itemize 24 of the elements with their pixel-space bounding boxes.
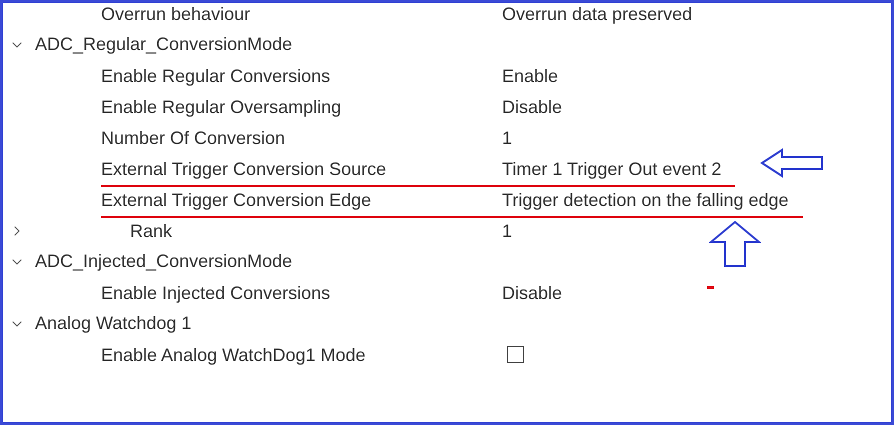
property-name: Enable Analog WatchDog1 Mode <box>101 344 367 366</box>
property-value: 1 <box>502 220 512 242</box>
property-value: Overrun data preserved <box>502 3 692 24</box>
property-value: Enable <box>502 64 558 86</box>
property-name: Rank <box>129 220 174 242</box>
property-value: Trigger detection on the falling edge <box>502 188 789 210</box>
group-header[interactable]: ADC_Regular_ConversionMode <box>35 31 292 58</box>
property-value: Disable <box>502 96 562 118</box>
property-name: External Trigger Conversion Source <box>101 158 388 180</box>
checkbox[interactable] <box>507 346 524 363</box>
group-header[interactable]: Analog Watchdog 1 <box>35 310 192 337</box>
property-name: Enable Injected Conversions <box>101 282 332 304</box>
property-name: External Trigger Conversion Edge <box>101 188 372 210</box>
up-arrow-icon <box>709 220 761 268</box>
property-name: Enable Regular Oversampling <box>101 96 342 118</box>
property-name: Enable Regular Conversions <box>101 64 332 86</box>
property-value: 1 <box>502 126 512 148</box>
property-value: Disable <box>502 282 562 304</box>
left-arrow-icon <box>760 148 824 178</box>
property-name: Overrun behaviour <box>101 3 252 24</box>
dash-mark <box>707 286 714 289</box>
property-name: Number Of Conversion <box>101 126 286 148</box>
group-header[interactable]: ADC_Injected_ConversionMode <box>35 248 292 275</box>
property-value: Timer 1 Trigger Out event 2 <box>502 158 722 180</box>
